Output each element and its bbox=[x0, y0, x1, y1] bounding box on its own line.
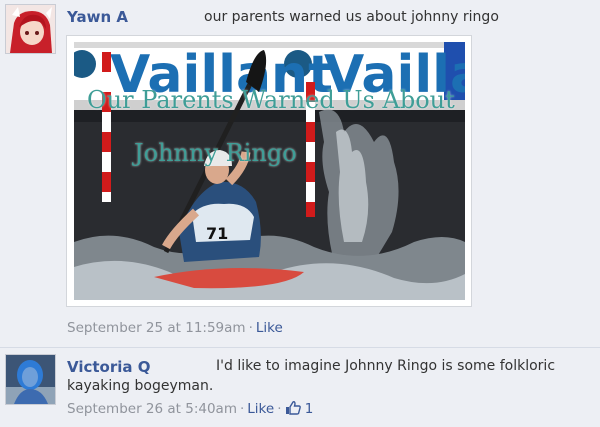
attached-photo[interactable]: Vaillant Vaillant 71 bbox=[66, 35, 472, 307]
separator-dot: · bbox=[277, 401, 282, 417]
comment-timestamp[interactable]: September 26 at 5:40am bbox=[67, 401, 237, 417]
comment-divider bbox=[0, 347, 600, 348]
comment-text: our parents warned us about johnny ringo bbox=[204, 9, 499, 25]
avatar-victoria-q[interactable] bbox=[5, 354, 56, 405]
comment-author-name[interactable]: Yawn A bbox=[67, 8, 128, 26]
separator-dot: · bbox=[239, 401, 245, 417]
bib-number: 71 bbox=[206, 224, 228, 243]
comment-meta: September 25 at 11:59am · Like bbox=[67, 320, 283, 336]
photo-caption-line-2: Johnny Ringo bbox=[134, 139, 297, 167]
comment-text-line-1: I'd like to imagine Johnny Ringo is some… bbox=[216, 358, 556, 374]
like-link[interactable]: Like bbox=[247, 401, 274, 417]
separator-dot: · bbox=[248, 320, 253, 336]
photo-caption-line-1: Our Parents Warned Us About bbox=[87, 86, 455, 114]
comment-timestamp[interactable]: September 25 at 11:59am bbox=[67, 320, 246, 336]
like-count-button[interactable]: 1 bbox=[285, 401, 314, 417]
thumbs-up-icon bbox=[285, 401, 301, 415]
comment-meta: September 26 at 5:40am · Like · 1 bbox=[67, 401, 313, 417]
like-link[interactable]: Like bbox=[256, 320, 283, 336]
kayaker-photo[interactable]: Vaillant Vaillant 71 bbox=[74, 42, 465, 300]
comment-text-line-2: kayaking bogeyman. bbox=[67, 378, 214, 394]
like-count: 1 bbox=[304, 401, 314, 417]
comment-author-name[interactable]: Victoria Q bbox=[67, 358, 151, 376]
slalom-pole-left bbox=[102, 52, 111, 202]
avatar-yawn-a[interactable] bbox=[5, 4, 56, 54]
